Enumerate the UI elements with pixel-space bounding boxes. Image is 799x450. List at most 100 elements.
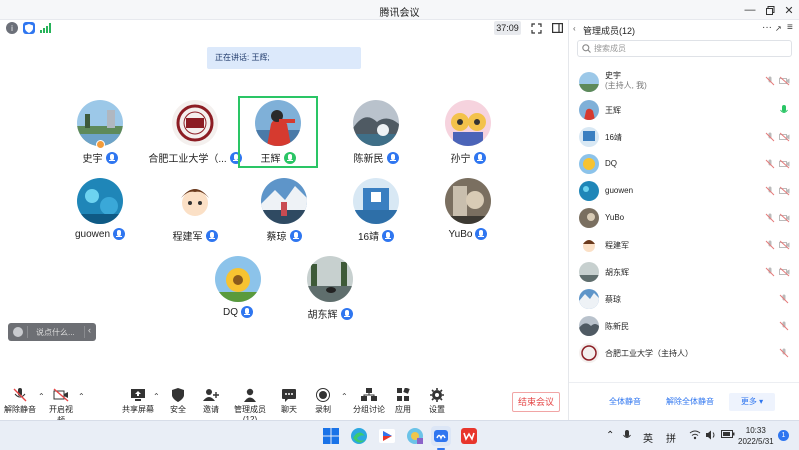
wps-office-icon[interactable] (459, 426, 479, 446)
settings-button[interactable]: 设置 (426, 388, 448, 418)
window-title: 腾讯会议 (379, 8, 420, 19)
avatar (445, 100, 491, 146)
notification-badge[interactable]: 1 (778, 430, 789, 441)
participant-tile[interactable]: 孙宁 (428, 96, 508, 168)
mic-icon (340, 307, 353, 320)
participant-tile[interactable]: 胡东辉 (290, 252, 370, 324)
collapse-panel-icon[interactable]: ‹ (573, 24, 576, 33)
camera-off-icon[interactable] (779, 213, 790, 223)
member-row[interactable]: 程建军 (569, 232, 799, 259)
participant-tile[interactable]: 程建军 (150, 174, 240, 246)
member-name: 王辉 (605, 106, 621, 115)
edge-browser-icon[interactable] (349, 426, 369, 446)
breakout-rooms-button[interactable]: 分组讨论 (350, 388, 388, 418)
mic-muted-icon[interactable] (765, 159, 775, 169)
member-name: 16靖 (605, 133, 622, 142)
chevron-up-icon[interactable]: ⌃ (153, 392, 160, 401)
participant-tile[interactable]: guowen (60, 174, 140, 246)
participant-tile[interactable]: 陈新民 (336, 96, 416, 168)
chat-button[interactable]: 聊天 (278, 388, 300, 418)
participant-tile[interactable]: YuBo (428, 174, 508, 246)
share-screen-button[interactable]: 共享屏幕 (122, 388, 154, 418)
mic-muted-icon[interactable] (765, 267, 775, 277)
wifi-icon[interactable] (689, 430, 701, 443)
microphone-tray-icon[interactable] (623, 430, 631, 444)
participant-tile[interactable]: 合肥工业大学（... (148, 96, 242, 168)
member-row[interactable]: YuBo (569, 205, 799, 232)
apps-button[interactable]: 应用 (392, 388, 414, 418)
collapse-chevron-icon[interactable]: ‹ (88, 325, 91, 335)
member-search-input[interactable]: 搜索成员 (577, 40, 792, 57)
member-row[interactable]: 史宇 (主持人, 我) (569, 68, 799, 96)
chevron-up-icon[interactable]: ⌃ (341, 392, 348, 401)
member-row[interactable]: 合肥工业大学（主持人） (569, 340, 799, 367)
member-row[interactable]: 王辉 (569, 97, 799, 124)
security-button[interactable]: 安全 (166, 388, 190, 418)
shield-icon[interactable] (23, 22, 35, 34)
mic-muted-icon[interactable] (765, 132, 775, 142)
start-video-button[interactable]: 开启视频 (46, 388, 76, 425)
member-row[interactable]: DQ (569, 151, 799, 178)
app-icon[interactable] (405, 426, 425, 446)
participant-tile-active[interactable]: 王辉 (238, 96, 318, 168)
record-button[interactable]: 录制 (312, 388, 334, 418)
menu-icon[interactable]: ≡ (787, 22, 793, 33)
camera-off-icon[interactable] (779, 240, 790, 250)
participant-name: 蔡琼 (266, 232, 287, 243)
member-row[interactable]: 陈新民 (569, 313, 799, 340)
camera-off-icon[interactable] (779, 267, 790, 277)
camera-off-icon[interactable] (779, 159, 790, 169)
mic-muted-icon[interactable] (765, 240, 775, 250)
mic-muted-icon[interactable] (765, 213, 775, 223)
mic-muted-icon[interactable] (779, 321, 789, 331)
member-row[interactable]: 蔡琼 (569, 286, 799, 313)
member-name: guowen (605, 186, 634, 195)
battery-icon[interactable] (721, 430, 735, 441)
manage-members-button[interactable]: 管理成员(12) (228, 388, 272, 424)
video-player-icon[interactable] (377, 426, 397, 446)
participant-tile[interactable]: 16靖 (336, 174, 416, 246)
system-clock[interactable]: 10:33 2022/5/31 (738, 425, 774, 447)
member-row[interactable]: 胡东辉 (569, 259, 799, 286)
mute-all-button[interactable]: 全体静音 (599, 393, 651, 411)
minimize-icon[interactable]: — (742, 2, 758, 18)
chat-input-bar[interactable]: 说点什么... ‹ (8, 323, 96, 341)
end-meeting-button[interactable]: 结束会议 (512, 392, 560, 412)
mic-muted-icon[interactable] (765, 186, 775, 196)
windows-start-icon[interactable] (321, 426, 341, 446)
camera-off-icon[interactable] (779, 186, 790, 196)
participant-tile[interactable]: 史宇 (60, 96, 140, 168)
emoji-icon[interactable] (13, 327, 23, 337)
restore-icon[interactable] (762, 2, 778, 18)
unmute-button[interactable]: 解除静音 (4, 388, 36, 418)
close-icon[interactable]: ✕ (781, 2, 797, 18)
info-icon[interactable]: i (6, 22, 18, 34)
member-row[interactable]: guowen (569, 178, 799, 205)
volume-icon[interactable] (705, 430, 717, 443)
signal-icon[interactable] (40, 22, 52, 34)
more-button[interactable]: 更多 ▾ (729, 393, 775, 411)
popout-icon[interactable]: ↗ (775, 24, 782, 33)
tray-chevron-up-icon[interactable]: ⌃ (606, 430, 614, 441)
layout-icon[interactable] (551, 22, 563, 34)
ime-mode[interactable]: 拼 (666, 430, 676, 445)
mic-muted-icon[interactable] (779, 348, 789, 358)
chevron-up-icon[interactable]: ⌃ (78, 392, 85, 401)
participant-tile[interactable]: DQ (198, 252, 278, 324)
camera-off-icon[interactable] (779, 132, 790, 142)
participant-tile[interactable]: 蔡琼 (244, 174, 324, 246)
ime-language[interactable]: 英 (643, 430, 653, 445)
invite-button[interactable]: 邀请 (198, 388, 224, 418)
more-options-icon[interactable]: ··· (762, 22, 772, 33)
camera-off-icon[interactable] (779, 76, 790, 86)
mic-muted-icon[interactable] (765, 76, 775, 86)
chevron-up-icon[interactable]: ⌃ (38, 392, 45, 401)
security-label: 安全 (170, 405, 186, 414)
avatar (353, 178, 399, 224)
mic-active-icon[interactable] (779, 105, 789, 115)
member-row[interactable]: 16靖 (569, 124, 799, 151)
mic-muted-icon[interactable] (779, 294, 789, 304)
fullscreen-icon[interactable] (530, 22, 542, 34)
tencent-meeting-taskbar-icon[interactable] (431, 426, 451, 450)
unmute-all-button[interactable]: 解除全体静音 (659, 393, 721, 411)
